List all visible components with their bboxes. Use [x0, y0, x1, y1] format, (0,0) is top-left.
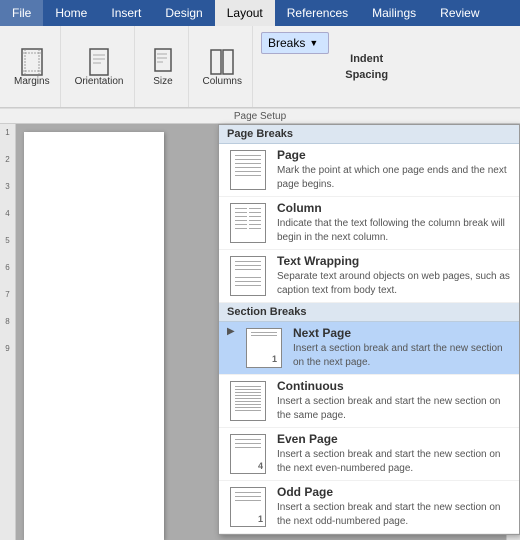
ribbon-group-size: Size: [139, 26, 189, 107]
evenpage-break-desc: Insert a section break and start the new…: [277, 448, 511, 476]
orientation-icon: [85, 48, 113, 76]
nextpage-break-desc: Insert a section break and start the new…: [293, 342, 511, 370]
ribbon-group-orientation: Orientation: [65, 26, 135, 107]
page-breaks-header: Page Breaks: [219, 125, 519, 144]
continuous-break-icon: [227, 379, 269, 423]
continuous-break-desc: Insert a section break and start the new…: [277, 395, 511, 423]
margins-icon: [18, 48, 46, 76]
textwrap-break-title: Text Wrapping: [277, 254, 511, 268]
size-button[interactable]: Size: [145, 46, 181, 90]
oddpage-break-icon: 1: [227, 485, 269, 529]
columns-button[interactable]: Columns: [199, 46, 246, 90]
orientation-button[interactable]: Orientation: [71, 46, 128, 90]
size-label: Size: [153, 76, 172, 88]
nextpage-break-title: Next Page: [293, 326, 511, 340]
evenpage-break-text: Even Page Insert a section break and sta…: [277, 432, 511, 476]
breaks-dropdown: Page Breaks Page Mark the point at which…: [218, 124, 520, 535]
indent-spacing-group: Indent Spacing: [337, 49, 396, 85]
side-ruler: 1 2 3 4 5 6 7 8 9: [0, 124, 16, 540]
column-break-desc: Indicate that the text following the col…: [277, 217, 511, 245]
continuous-break-title: Continuous: [277, 379, 511, 393]
textwrap-break-icon: [227, 254, 269, 298]
tab-references[interactable]: References: [275, 0, 360, 26]
ribbon-toolbar: Margins Orientation: [0, 26, 520, 108]
ribbon-tabs: File Home Insert Design Layout Reference…: [0, 0, 520, 26]
oddpage-break-desc: Insert a section break and start the new…: [277, 501, 511, 529]
margins-label: Margins: [14, 76, 50, 88]
break-page-item[interactable]: Page Mark the point at which one page en…: [219, 144, 519, 197]
tab-design[interactable]: Design: [153, 0, 214, 26]
indent-label: Indent: [345, 53, 388, 65]
document-page: [24, 132, 164, 540]
breaks-chevron-icon: ▼: [309, 38, 318, 48]
tab-insert[interactable]: Insert: [99, 0, 153, 26]
continuous-break-text: Continuous Insert a section break and st…: [277, 379, 511, 423]
tab-layout[interactable]: Layout: [215, 0, 275, 26]
tab-file[interactable]: File: [0, 0, 43, 26]
page-break-icon: [227, 148, 269, 192]
section-breaks-header: Section Breaks: [219, 303, 519, 322]
document-area: 1 2 3 4 5 6 7 8 9 Page Breaks Page Mark …: [0, 124, 520, 540]
page-break-title: Page: [277, 148, 511, 162]
ribbon-group-margins: Margins: [4, 26, 61, 107]
breaks-button[interactable]: Breaks ▼: [261, 32, 329, 54]
columns-icon: [208, 48, 236, 76]
oddpage-break-text: Odd Page Insert a section break and star…: [277, 485, 511, 529]
orientation-label: Orientation: [75, 76, 124, 88]
textwrap-break-text: Text Wrapping Separate text around objec…: [277, 254, 511, 298]
column-break-title: Column: [277, 201, 511, 215]
break-textwrap-item[interactable]: Text Wrapping Separate text around objec…: [219, 250, 519, 303]
page-break-desc: Mark the point at which one page ends an…: [277, 164, 511, 192]
nextpage-break-text: Next Page Insert a section break and sta…: [293, 326, 511, 370]
column-break-text: Column Indicate that the text following …: [277, 201, 511, 245]
nextpage-selected-indicator: ▶: [227, 326, 241, 337]
size-icon: [149, 48, 177, 76]
page-setup-label: Page Setup: [0, 108, 520, 124]
oddpage-break-title: Odd Page: [277, 485, 511, 499]
breaks-label: Breaks: [268, 36, 305, 50]
break-column-item[interactable]: Column Indicate that the text following …: [219, 197, 519, 250]
evenpage-break-icon: 4: [227, 432, 269, 476]
ribbon-group-columns: Columns: [193, 26, 253, 107]
break-oddpage-item[interactable]: 1 Odd Page Insert a section break and st…: [219, 481, 519, 534]
break-evenpage-item[interactable]: 4 Even Page Insert a section break and s…: [219, 428, 519, 481]
column-break-icon: [227, 201, 269, 245]
evenpage-break-title: Even Page: [277, 432, 511, 446]
nextpage-break-icon: 1: [243, 326, 285, 370]
break-nextpage-item[interactable]: ▶ 1 Next Page Insert a section break and…: [219, 322, 519, 375]
columns-label: Columns: [203, 76, 242, 88]
break-continuous-item[interactable]: Continuous Insert a section break and st…: [219, 375, 519, 428]
spacing-label: Spacing: [345, 69, 388, 81]
tab-mailings[interactable]: Mailings: [360, 0, 428, 26]
margins-button[interactable]: Margins: [10, 46, 54, 90]
tab-home[interactable]: Home: [43, 0, 99, 26]
page-break-text: Page Mark the point at which one page en…: [277, 148, 511, 192]
textwrap-break-desc: Separate text around objects on web page…: [277, 270, 511, 298]
tab-review[interactable]: Review: [428, 0, 491, 26]
